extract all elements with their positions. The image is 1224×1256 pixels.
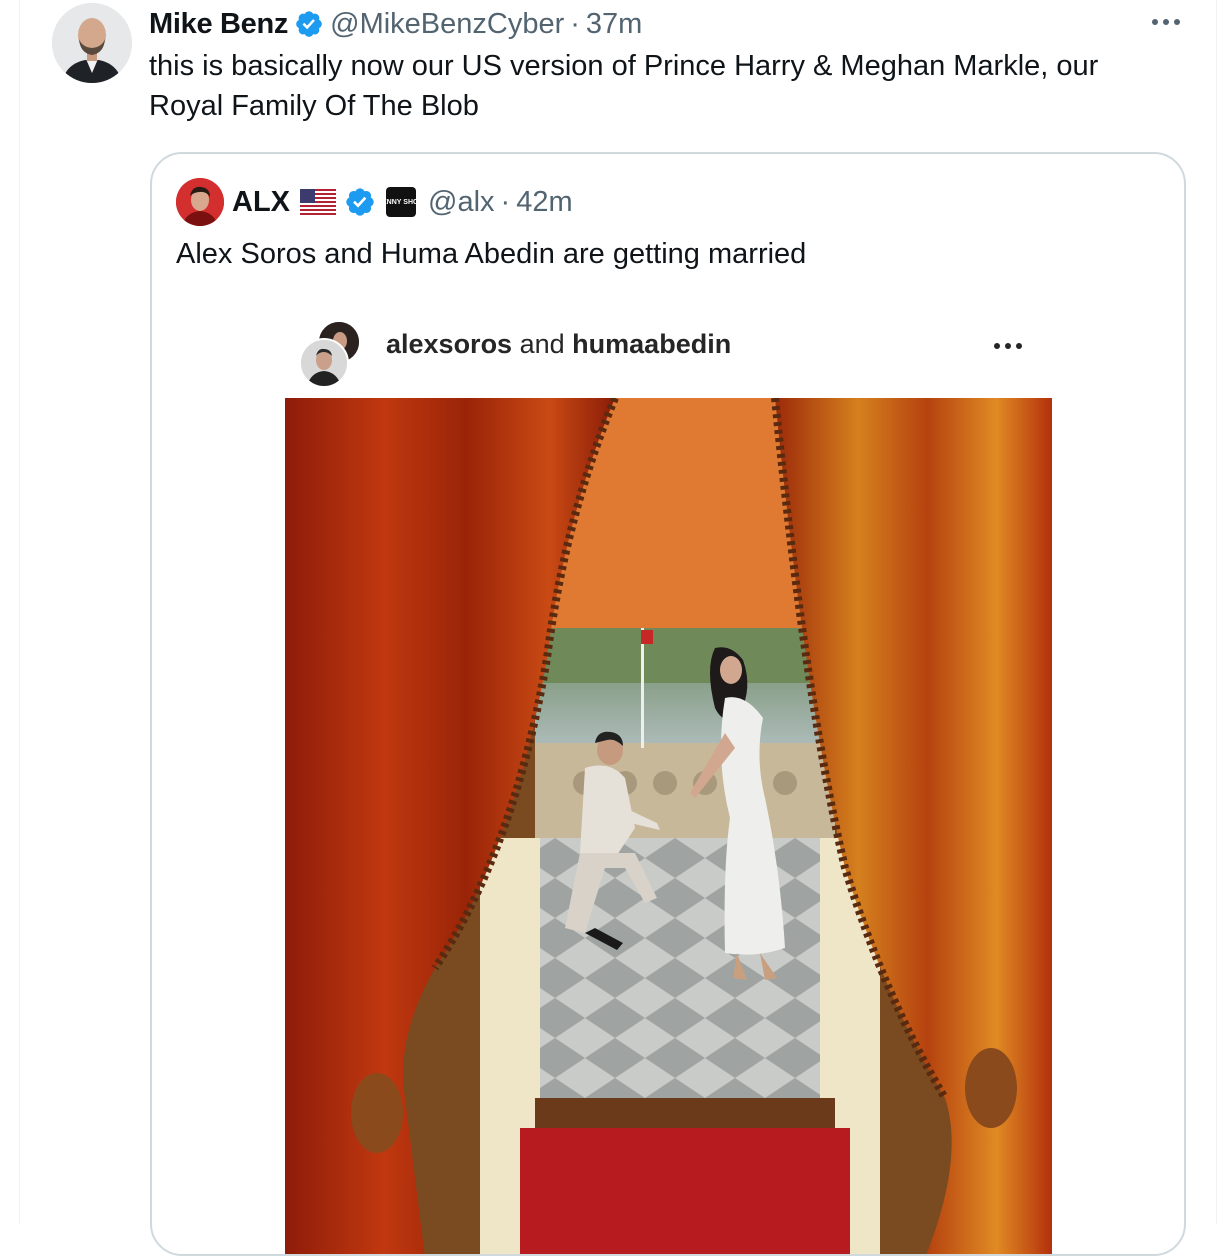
proposal-photo-image [285,398,1052,1254]
author-avatar[interactable] [52,3,132,83]
instagram-user-humaabedin: humaabedin [572,329,732,359]
timeline-border-left [19,0,20,1224]
quoted-author-avatar[interactable] [176,178,224,226]
author-avatar-image [52,3,132,83]
quoted-author-avatar-image [176,178,224,226]
quoted-tweet-header: ALX BENNY SHOW @alx · 42m [232,182,573,222]
more-options-button[interactable] [1148,8,1184,36]
quoted-tweet-card[interactable]: ALX BENNY SHOW @alx · 42m Alex Soros and… [150,152,1186,1256]
quoted-author-name[interactable]: ALX [232,186,290,219]
us-flag-icon [300,189,336,215]
timeline-border-right [1216,0,1217,1224]
instagram-avatars [299,320,361,388]
instagram-avatar-alexsoros [299,338,349,388]
verified-badge-icon[interactable] [294,9,324,39]
instagram-user-alexsoros: alexsoros [386,329,513,359]
instagram-joiner: and [519,329,565,359]
quoted-author-handle[interactable]: @alx [428,186,495,219]
author-handle[interactable]: @MikeBenzCyber [330,8,564,41]
verified-badge-icon[interactable] [344,186,376,218]
benny-show-logo-icon[interactable]: BENNY SHOW [377,187,425,217]
benny-logo-text: BENNY SHOW [376,198,426,206]
tweet-text: this is basically now our US version of … [149,50,1099,122]
quoted-tweet-text: Alex Soros and Huma Abedin are getting m… [176,238,807,270]
separator-dot: · [570,7,580,40]
timestamp[interactable]: 37m [586,8,642,41]
proposal-photo[interactable] [285,398,1052,1254]
quoted-timestamp[interactable]: 42m [516,186,572,219]
instagram-post-title: alexsoros and humaabedin [386,329,731,360]
tweet-header: Mike Benz @MikeBenzCyber · 37m [149,4,642,44]
more-options-icon [1152,19,1180,25]
more-options-icon [994,343,1022,349]
instagram-more-button [991,334,1025,358]
author-name[interactable]: Mike Benz [149,8,288,41]
separator-dot: · [500,185,511,218]
